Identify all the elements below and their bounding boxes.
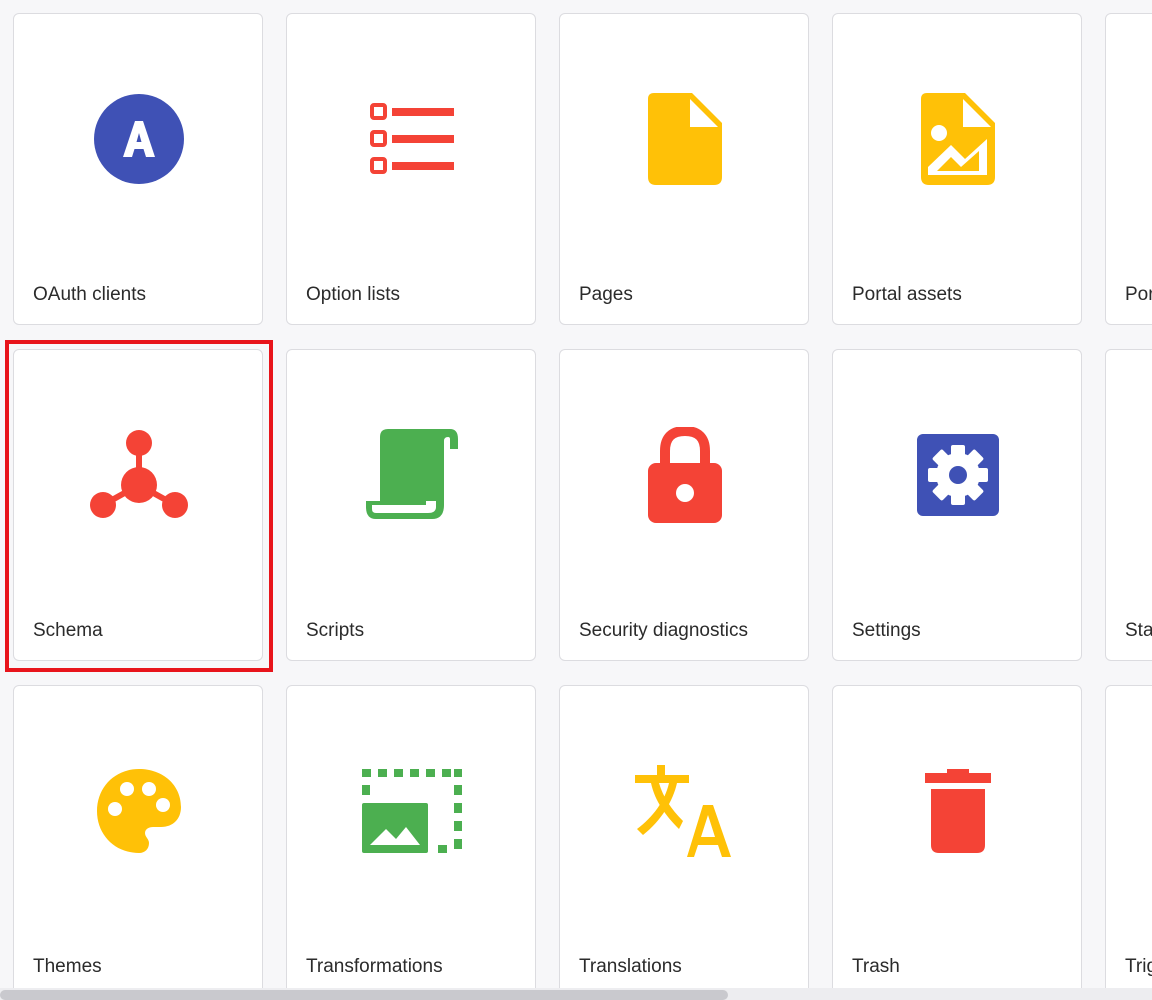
image-file-icon <box>908 89 1008 189</box>
tile-label: Security diagnostics <box>579 620 748 641</box>
trash-icon <box>908 761 1008 861</box>
tile-partial-trig[interactable]: Trig <box>1105 685 1152 997</box>
tile-scripts[interactable]: Scripts <box>286 349 536 661</box>
tile-partial-por[interactable]: Por <box>1105 13 1152 325</box>
palette-icon <box>89 761 189 861</box>
page-icon <box>635 89 735 189</box>
tile-label: Pages <box>579 284 633 305</box>
tile-portal-assets[interactable]: Portal assets <box>832 13 1082 325</box>
tile-label: Scripts <box>306 620 365 641</box>
tile-label: Themes <box>33 956 102 977</box>
tile-label: Trig <box>1125 956 1152 977</box>
settings-gear-icon <box>908 425 1008 525</box>
schema-icon <box>89 425 189 525</box>
translate-icon <box>635 761 735 861</box>
lock-icon <box>635 425 735 525</box>
tile-label: Por <box>1125 284 1152 305</box>
tile-settings[interactable]: Settings <box>832 349 1082 661</box>
scrollbar-thumb[interactable] <box>0 990 728 1000</box>
tile-pages[interactable]: Pages <box>559 13 809 325</box>
settings-tile-grid: OAuth clients Option lists Pages Portal … <box>0 0 1152 1000</box>
tile-schema[interactable]: Schema <box>13 349 263 661</box>
tile-oauth-clients[interactable]: OAuth clients <box>13 13 263 325</box>
transform-icon <box>362 761 462 861</box>
tile-label: OAuth clients <box>33 284 146 305</box>
script-icon <box>362 425 462 525</box>
oauth-icon <box>89 89 189 189</box>
tile-security-diagnostics[interactable]: Security diagnostics <box>559 349 809 661</box>
tile-option-lists[interactable]: Option lists <box>286 13 536 325</box>
tile-label: Trash <box>852 956 900 977</box>
tile-label: Transformations <box>306 956 443 977</box>
tile-label: Option lists <box>306 284 400 305</box>
tile-label: Portal assets <box>852 284 962 305</box>
tile-label: Sta <box>1125 620 1152 641</box>
tile-label: Translations <box>579 956 682 977</box>
tile-translations[interactable]: Translations <box>559 685 809 997</box>
tile-label: Settings <box>852 620 921 641</box>
horizontal-scrollbar[interactable] <box>0 988 1152 1000</box>
tile-label: Schema <box>33 620 103 641</box>
tile-themes[interactable]: Themes <box>13 685 263 997</box>
tile-partial-sta[interactable]: Sta <box>1105 349 1152 661</box>
tile-trash[interactable]: Trash <box>832 685 1082 997</box>
tile-transformations[interactable]: Transformations <box>286 685 536 997</box>
list-icon <box>362 89 462 189</box>
